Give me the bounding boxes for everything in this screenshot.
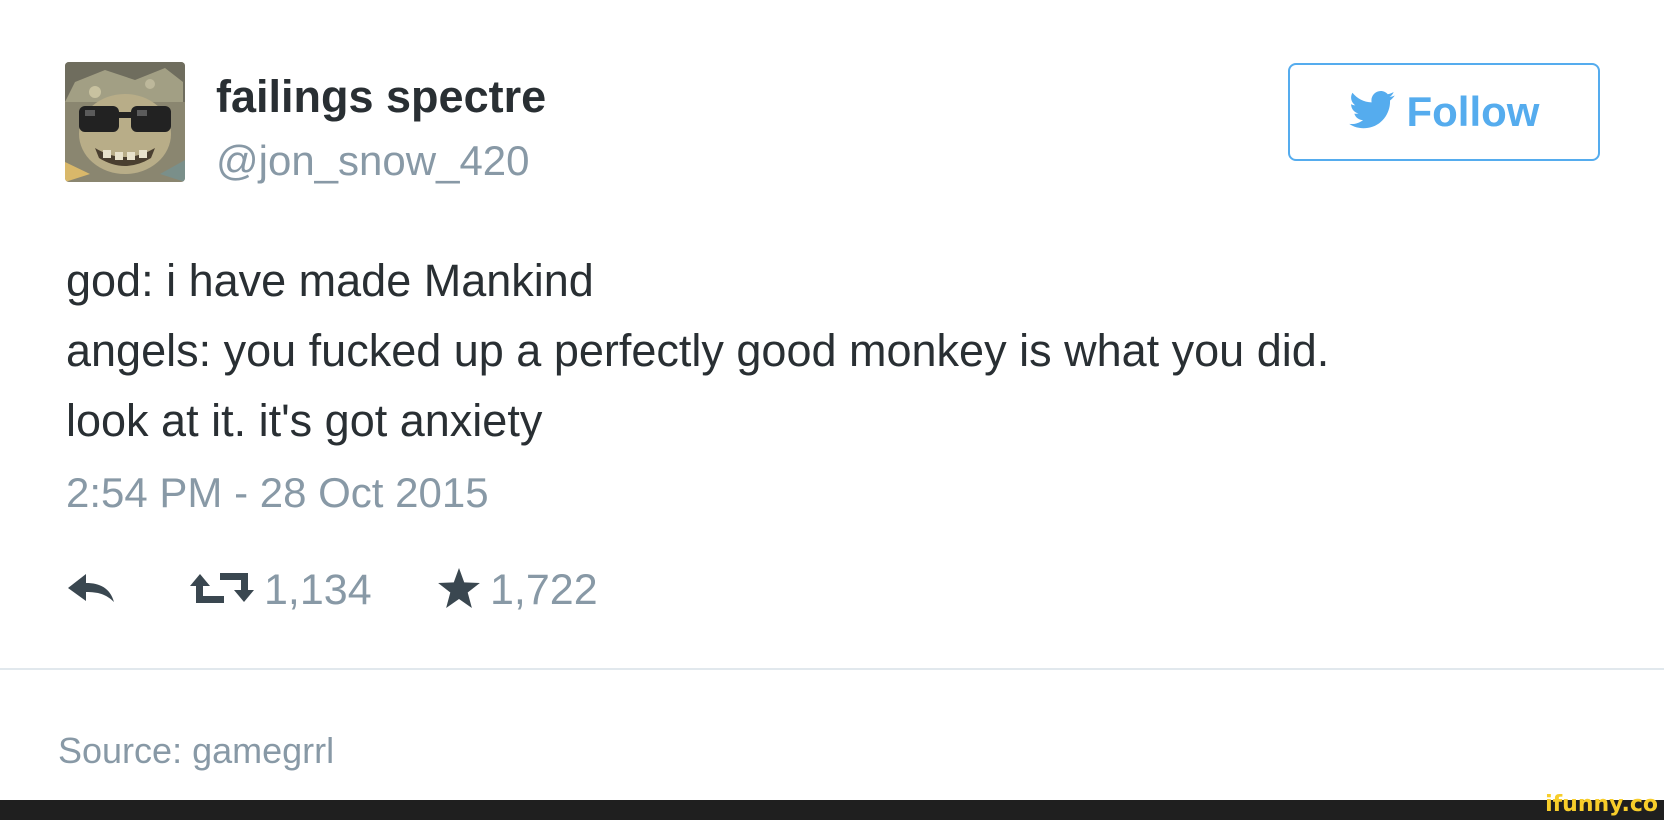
- reply-icon: [68, 572, 114, 609]
- user-handle[interactable]: @jon_snow_420: [216, 140, 530, 182]
- star-icon: [438, 567, 480, 613]
- avatar[interactable]: [65, 62, 185, 182]
- page: failings spectre @jon_snow_420 Follow go…: [0, 0, 1664, 820]
- tweet-text: god: i have made Mankind angels: you fuc…: [66, 246, 1606, 456]
- favorite-count: 1,722: [490, 565, 598, 614]
- tweet-text-line: angels: you fucked up a perfectly good m…: [66, 325, 1330, 376]
- reply-button[interactable]: [68, 565, 114, 615]
- display-name[interactable]: failings spectre: [216, 74, 546, 119]
- retweet-icon: [190, 570, 254, 611]
- tweet-timestamp[interactable]: 2:54 PM - 28 Oct 2015: [66, 472, 489, 514]
- retweet-count: 1,134: [264, 565, 372, 614]
- source-caption: Source: gamegrrl: [58, 730, 335, 771]
- retweet-button[interactable]: 1,134: [190, 565, 372, 615]
- tweet-text-line: look at it. it's got anxiety: [66, 395, 543, 446]
- tweet-text-line: god: i have made Mankind: [66, 255, 594, 306]
- twitter-bird-icon: [1348, 90, 1395, 134]
- avatar-image: [65, 62, 185, 182]
- follow-button[interactable]: Follow: [1288, 63, 1600, 161]
- footer-bar: [0, 800, 1664, 820]
- favorite-button[interactable]: 1,722: [438, 565, 598, 615]
- ifunny-watermark: ifunny.co: [1545, 792, 1658, 817]
- follow-label: Follow: [1406, 88, 1540, 135]
- tweet-card: failings spectre @jon_snow_420 Follow go…: [0, 0, 1664, 670]
